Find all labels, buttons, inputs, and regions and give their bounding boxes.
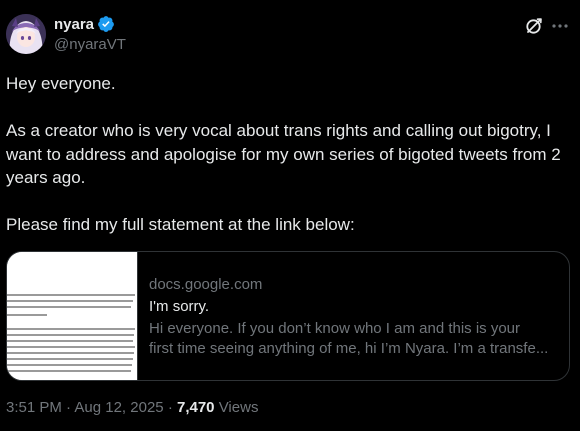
meta-separator: ·: [66, 399, 72, 416]
post-date[interactable]: Aug 12, 2025: [74, 399, 163, 416]
document-preview-image: [7, 252, 137, 380]
link-card-description-line: first time seeing anything of me, hi I’m…: [149, 340, 549, 357]
verified-badge-icon: [97, 15, 115, 33]
avatar[interactable]: [6, 14, 46, 54]
author-name-row[interactable]: nyara: [54, 14, 115, 34]
link-card-domain: docs.google.com: [149, 276, 263, 293]
grok-icon[interactable]: [524, 16, 544, 36]
link-card-thumbnail: [7, 252, 138, 380]
tweet-paragraph: Please find my full statement at the lin…: [6, 215, 355, 234]
post-time[interactable]: 3:51 PM: [6, 399, 62, 416]
link-card-body: docs.google.com I'm sorry. Hi everyone. …: [149, 275, 563, 359]
views-count: 7,470: [176, 399, 215, 416]
meta-separator: ·: [167, 399, 173, 416]
author-handle[interactable]: @nyaraVT: [54, 36, 126, 53]
views-label: Views: [218, 399, 259, 416]
avatar-image: [6, 14, 46, 54]
link-card-description-line: Hi everyone. If you don’t know who I am …: [149, 320, 521, 337]
author-display-name[interactable]: nyara: [54, 16, 94, 33]
link-preview-card[interactable]: docs.google.com I'm sorry. Hi everyone. …: [6, 251, 570, 381]
more-options-icon[interactable]: [550, 16, 570, 36]
tweet-paragraph: As a creator who is very vocal about tra…: [6, 121, 561, 187]
tweet-meta: 3:51 PM · Aug 12, 2025 · 7,470 Views: [6, 399, 258, 416]
link-card-description: Hi everyone. If you don’t know who I am …: [149, 319, 563, 359]
tweet-paragraph: Hey everyone.: [6, 74, 116, 93]
tweet-post: nyara @nyaraVT Hey everyone. As a creato…: [0, 0, 580, 431]
tweet-text: Hey everyone. As a creator who is very v…: [6, 72, 572, 237]
link-card-title: I'm sorry.: [149, 298, 210, 315]
